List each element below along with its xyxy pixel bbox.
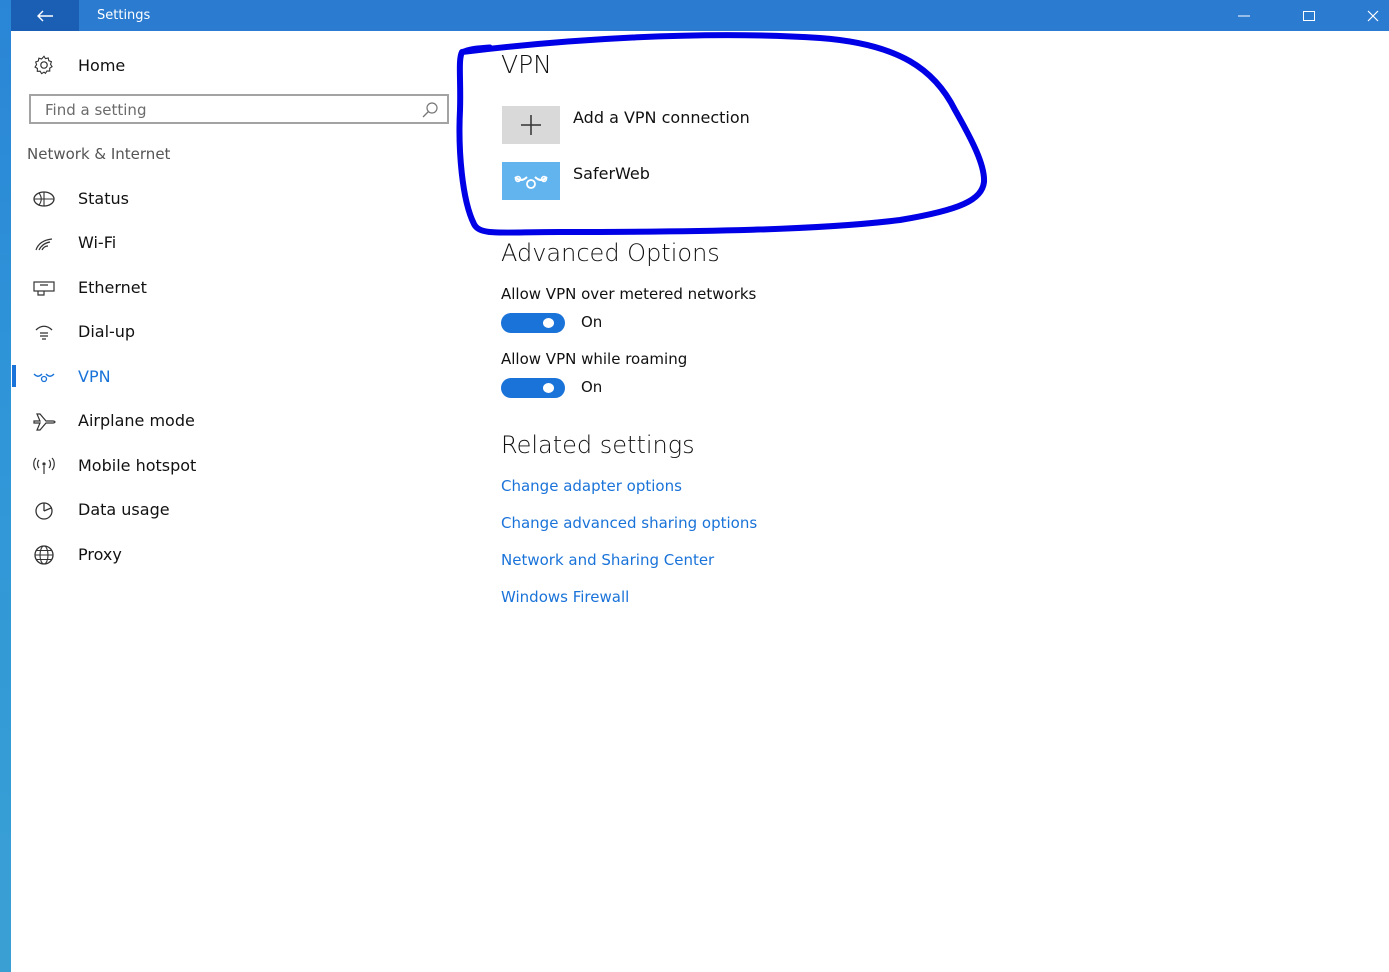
search-input[interactable] xyxy=(45,99,405,121)
desktop-edge xyxy=(0,0,11,972)
toggle-knob xyxy=(543,318,554,328)
add-vpn-button[interactable]: Add a VPN connection xyxy=(502,106,922,146)
plus-icon xyxy=(521,115,541,135)
metered-networks-label: Allow VPN over metered networks xyxy=(501,285,757,303)
vpn-icon xyxy=(32,367,56,387)
link-windows-firewall[interactable]: Windows Firewall xyxy=(501,588,629,606)
sidebar-item-label: Ethernet xyxy=(78,278,147,297)
roaming-label: Allow VPN while roaming xyxy=(501,350,688,368)
hotspot-icon xyxy=(32,456,56,476)
sidebar-item-ethernet[interactable]: Ethernet xyxy=(11,268,451,308)
window-title: Settings xyxy=(97,8,151,23)
minimize-icon xyxy=(1238,15,1250,16)
vpn-heading: VPN xyxy=(501,50,552,79)
link-network-sharing-center[interactable]: Network and Sharing Center xyxy=(501,551,714,569)
search-icon[interactable] xyxy=(421,101,439,119)
sidebar-item-mobile-hotspot[interactable]: Mobile hotspot xyxy=(11,446,451,486)
airplane-icon xyxy=(32,411,56,431)
sidebar-item-label: Wi-Fi xyxy=(78,233,117,252)
back-button[interactable] xyxy=(11,0,79,31)
vpn-connection-tile xyxy=(502,162,560,200)
sidebar-item-label: Airplane mode xyxy=(78,411,195,430)
sidebar-item-label: Dial-up xyxy=(78,322,136,341)
globe-icon xyxy=(32,545,56,565)
sidebar-item-label: Data usage xyxy=(78,500,170,519)
close-icon xyxy=(1367,10,1379,21)
toggle-knob xyxy=(543,383,554,393)
sidebar-item-label: Mobile hotspot xyxy=(78,456,197,475)
sidebar-home[interactable]: Home xyxy=(32,50,125,80)
sidebar-item-wifi[interactable]: Wi-Fi xyxy=(11,223,451,263)
sidebar-item-vpn[interactable]: VPN xyxy=(11,357,451,397)
sidebar-item-airplane-mode[interactable]: Airplane mode xyxy=(11,401,451,441)
sidebar-item-dialup[interactable]: Dial-up xyxy=(11,312,451,352)
maximize-icon xyxy=(1303,10,1315,21)
data-usage-icon xyxy=(32,500,56,520)
dialup-icon xyxy=(32,322,56,342)
link-change-advanced-sharing[interactable]: Change advanced sharing options xyxy=(501,514,757,532)
metered-networks-toggle[interactable] xyxy=(501,313,565,333)
vpn-connection-name: SaferWeb xyxy=(573,164,650,183)
close-button[interactable] xyxy=(1350,0,1389,31)
advanced-options-heading: Advanced Options xyxy=(501,239,720,267)
sidebar-item-status[interactable]: Status xyxy=(11,179,451,219)
sidebar-item-label: Proxy xyxy=(78,545,122,564)
home-label: Home xyxy=(78,55,126,75)
add-vpn-tile xyxy=(502,106,560,144)
ethernet-icon xyxy=(32,278,56,298)
status-globe-icon xyxy=(32,189,56,209)
sidebar-item-label: VPN xyxy=(78,367,111,386)
gear-icon xyxy=(34,55,53,75)
roaming-state: On xyxy=(581,378,603,396)
related-settings-heading: Related settings xyxy=(501,431,695,459)
sidebar-item-data-usage[interactable]: Data usage xyxy=(11,490,451,530)
roaming-toggle[interactable] xyxy=(501,378,565,398)
add-vpn-label: Add a VPN connection xyxy=(573,108,750,127)
back-arrow-icon xyxy=(37,10,53,21)
sidebar-item-proxy[interactable]: Proxy xyxy=(11,535,451,575)
search-box[interactable] xyxy=(29,94,449,124)
maximize-button[interactable] xyxy=(1286,0,1332,31)
sidebar-item-label: Status xyxy=(78,189,129,208)
link-change-adapter-options[interactable]: Change adapter options xyxy=(501,477,682,495)
title-bar: Settings xyxy=(11,0,1389,31)
wifi-icon xyxy=(32,233,56,253)
vpn-icon xyxy=(514,175,548,189)
section-title: Network & Internet xyxy=(27,145,171,163)
minimize-button[interactable] xyxy=(1221,0,1267,31)
metered-networks-state: On xyxy=(581,313,603,331)
vpn-connection-item[interactable]: SaferWeb xyxy=(502,162,922,202)
